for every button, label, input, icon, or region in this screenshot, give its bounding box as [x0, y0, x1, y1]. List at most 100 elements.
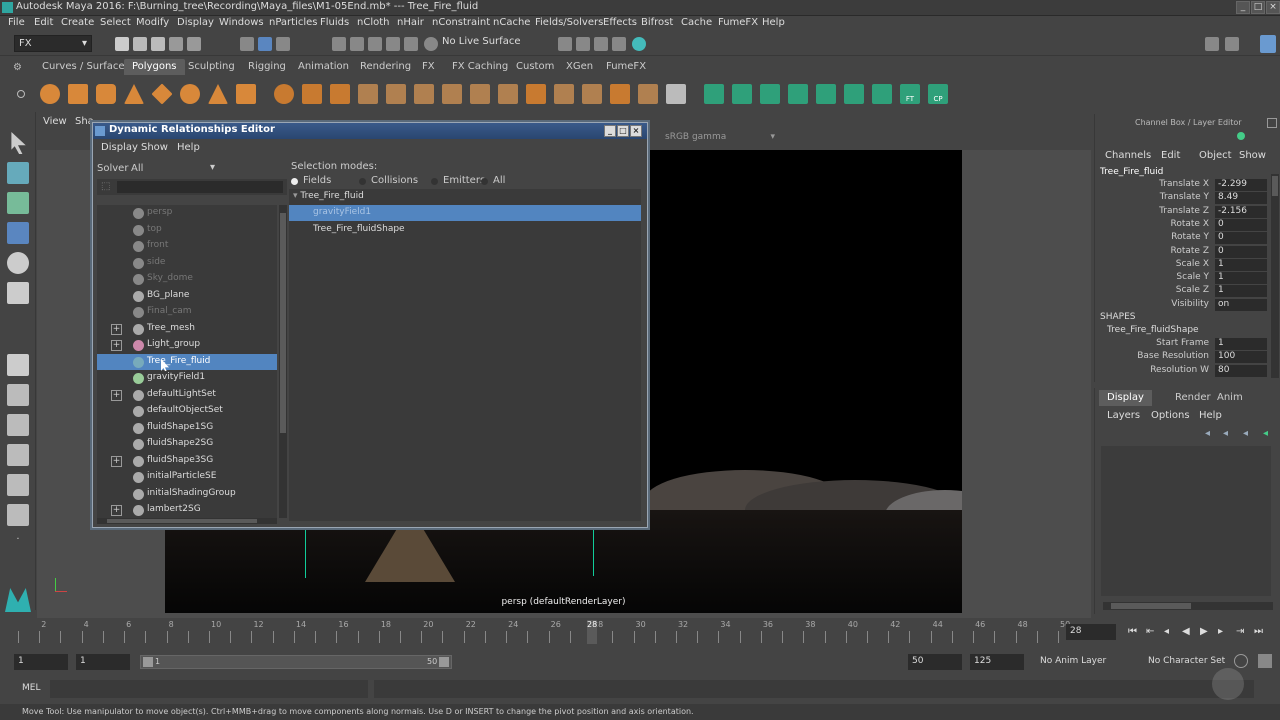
attribute-row[interactable]: Rotate Y 0 — [1095, 232, 1271, 245]
viewport-menu-shading[interactable]: Sha — [75, 116, 94, 127]
menu-fumefx[interactable]: FumeFX — [718, 17, 758, 28]
shelf-tab-xgen[interactable]: XGen — [558, 59, 601, 75]
fumefx-grid-icon[interactable] — [704, 84, 724, 104]
object-list-hscrollbar[interactable] — [97, 518, 277, 524]
channel-box-close-icon[interactable] — [1267, 118, 1277, 128]
menu-nhair[interactable]: nHair — [397, 17, 424, 28]
color-space-dropdown[interactable]: sRGB gamma ▾ — [665, 132, 775, 146]
workspace-icon[interactable] — [1205, 37, 1219, 51]
layer-menu-help[interactable]: Help — [1199, 410, 1222, 421]
custom-layout-icon[interactable] — [7, 504, 29, 526]
menu-effects[interactable]: Effects — [603, 17, 637, 28]
open-scene-icon[interactable] — [133, 37, 147, 51]
attribute-value-field[interactable]: 8.49 — [1215, 192, 1267, 205]
poly-sphere-icon[interactable] — [40, 84, 60, 104]
shelf-tabs-toggle-icon[interactable] — [17, 90, 25, 98]
viewport-menu-view[interactable]: View — [43, 116, 67, 127]
scale-tool-icon[interactable] — [7, 282, 29, 304]
attribute-row[interactable]: Translate Y 8.49 — [1095, 192, 1271, 205]
planar-map-icon[interactable] — [582, 84, 602, 104]
script-language-label[interactable]: MEL — [22, 683, 40, 693]
list-item[interactable]: front — [97, 238, 277, 254]
select-by-hierarchy-icon[interactable] — [240, 37, 254, 51]
shelf-tab-curves-surfaces[interactable]: Curves / Surfaces — [34, 59, 138, 75]
attribute-value-field[interactable]: 1 — [1215, 338, 1267, 350]
close-button[interactable]: × — [1266, 1, 1280, 14]
object-filter-input[interactable] — [117, 181, 283, 193]
redo-icon[interactable] — [187, 37, 201, 51]
list-item[interactable]: + defaultLightSet — [97, 387, 277, 403]
fumefx-source-icon[interactable] — [732, 84, 752, 104]
append-polygon-icon[interactable] — [498, 84, 518, 104]
render-frame-icon[interactable] — [576, 37, 590, 51]
dre-menu-show[interactable]: Show — [141, 142, 168, 153]
list-item[interactable]: side — [97, 255, 277, 271]
hscroll-thumb[interactable] — [107, 519, 257, 523]
extract-icon[interactable] — [330, 84, 350, 104]
anim-layer-dropdown[interactable]: No Anim Layer — [1040, 656, 1140, 666]
attribute-row[interactable]: Scale Y 1 — [1095, 272, 1271, 285]
attribute-row[interactable]: Base Resolution 100 — [1095, 351, 1271, 364]
smooth-icon[interactable] — [358, 84, 378, 104]
current-frame-field[interactable]: 28 — [1066, 624, 1116, 640]
dre-minimize-button[interactable]: _ — [604, 125, 616, 137]
attribute-row[interactable]: Start Frame 1 — [1095, 338, 1271, 351]
scroll-thumb[interactable] — [280, 213, 286, 433]
dre-close-button[interactable]: × — [630, 125, 642, 137]
live-surface-icon[interactable] — [424, 37, 438, 51]
dre-maximize-button[interactable]: □ — [617, 125, 629, 137]
channel-box-menu-edit[interactable]: Edit — [1161, 150, 1180, 161]
list-item[interactable]: Sky_dome — [97, 271, 277, 287]
channel-box-sync-icon[interactable] — [1237, 132, 1245, 140]
bridge-icon[interactable] — [414, 84, 434, 104]
attribute-value-field[interactable]: 0 — [1215, 218, 1267, 231]
attribute-value-field[interactable]: 100 — [1215, 351, 1267, 364]
poly-plane-icon[interactable] — [151, 83, 173, 105]
menu-set-dropdown[interactable]: FX ▾ — [14, 35, 92, 52]
list-item[interactable]: defaultObjectSet — [97, 403, 277, 419]
single-perspective-layout-icon[interactable] — [7, 354, 29, 376]
list-item[interactable]: BG_plane — [97, 288, 277, 304]
extrude-icon[interactable] — [470, 84, 490, 104]
range-start-handle[interactable] — [143, 657, 153, 667]
list-item[interactable]: + lambert2SG — [97, 502, 277, 518]
go-to-end-icon[interactable]: ⏭ — [1254, 626, 1266, 638]
select-by-component-icon[interactable] — [276, 37, 290, 51]
layer-list[interactable] — [1101, 446, 1271, 596]
save-scene-icon[interactable] — [151, 37, 165, 51]
menu-modify[interactable]: Modify — [136, 17, 169, 28]
bevel-icon[interactable] — [386, 84, 406, 104]
current-time-indicator[interactable]: 28 — [587, 620, 597, 644]
layer-tab-display[interactable]: Display — [1099, 390, 1152, 406]
relationship-item[interactable]: Tree_Fire_fluidShape — [289, 222, 641, 238]
dre-menu-display[interactable]: Display — [101, 142, 138, 153]
attribute-row[interactable]: Translate X -2.299 — [1095, 179, 1271, 192]
maya-help-icon[interactable] — [5, 588, 31, 612]
render-view-icon[interactable] — [558, 37, 572, 51]
list-item[interactable]: fluidShape1SG — [97, 420, 277, 436]
menu-bifrost[interactable]: Bifrost — [641, 17, 673, 28]
new-scene-icon[interactable] — [115, 37, 129, 51]
fumefx-wind-icon[interactable] — [788, 84, 808, 104]
menu-windows[interactable]: Windows — [219, 17, 264, 28]
snap-live-icon[interactable] — [404, 37, 418, 51]
shelf-tab-fx-caching[interactable]: FX Caching — [444, 59, 516, 75]
character-set-dropdown[interactable]: No Character Set — [1148, 656, 1234, 666]
poly-cone-icon[interactable] — [124, 84, 144, 104]
object-filter-field[interactable]: ⬚ — [97, 179, 287, 195]
dre-menu-help[interactable]: Help — [177, 142, 200, 153]
shelf-tab-fumefx[interactable]: FumeFX — [598, 59, 654, 75]
channel-box-scrollbar[interactable] — [1271, 174, 1279, 378]
snap-view-plane-icon[interactable] — [386, 37, 400, 51]
channel-box-menu-show[interactable]: Show — [1239, 150, 1266, 161]
expand-icon[interactable]: + — [111, 340, 122, 351]
channel-box-menu-channels[interactable]: Channels — [1105, 150, 1151, 161]
snap-grid-icon[interactable] — [332, 37, 346, 51]
expand-icon[interactable]: + — [111, 455, 122, 467]
hypershade-icon[interactable] — [632, 37, 646, 51]
step-forward-key-icon[interactable]: ⇥ — [1236, 626, 1248, 638]
attribute-value-field[interactable]: 1 — [1215, 272, 1267, 285]
scroll-thumb[interactable] — [1272, 176, 1278, 196]
attribute-value-field[interactable]: on — [1215, 298, 1267, 311]
persp-outliner-layout-icon[interactable] — [7, 414, 29, 436]
